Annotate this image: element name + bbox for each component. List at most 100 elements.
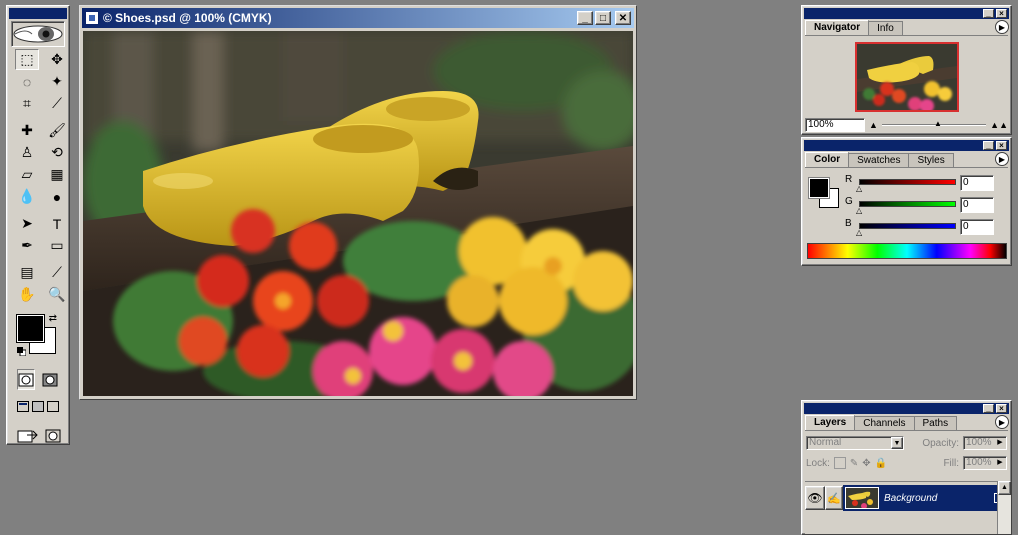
jump-to-imageready-icon[interactable] [17, 425, 39, 446]
palette-minimize-button[interactable]: _ [983, 9, 994, 18]
channel-value-field[interactable]: 0 [960, 175, 994, 191]
palette-minimize-button[interactable]: _ [983, 141, 994, 150]
tab-styles[interactable]: Styles [908, 153, 954, 167]
path-selection-tool-icon[interactable]: ➤ [15, 213, 39, 234]
foreground-color-swatch[interactable] [16, 314, 45, 343]
channel-value-field[interactable]: 0 [960, 197, 994, 213]
layer-row[interactable]: 👁 ✍ Background [805, 484, 1008, 512]
eraser-tool-icon[interactable]: ▱ [15, 164, 39, 185]
notes-tool-icon[interactable]: ▤ [15, 262, 39, 283]
history-brush-tool-icon[interactable]: ⟲ [45, 142, 69, 163]
tab-paths[interactable]: Paths [913, 416, 958, 430]
palette-close-button[interactable]: × [996, 141, 1007, 150]
healing-brush-tool-icon[interactable]: ✚ [15, 120, 39, 141]
blur-tool-icon[interactable]: 💧 [15, 186, 39, 207]
imageready-icon[interactable] [43, 425, 63, 446]
marquee-tool-icon[interactable]: ⬚ [15, 49, 39, 70]
brush-tool-icon[interactable]: 🖌 [45, 120, 69, 141]
tool-separator [15, 208, 69, 212]
slider-handle-icon[interactable]: △ [856, 184, 862, 193]
tab-swatches[interactable]: Swatches [848, 153, 910, 167]
palette-menu-arrow-icon[interactable]: ▶ [995, 152, 1009, 166]
jump-row [7, 419, 69, 452]
navigator-thumbnail[interactable] [854, 42, 959, 112]
quick-mask-mode-icon[interactable] [41, 369, 59, 390]
palette-minimize-button[interactable]: _ [983, 404, 994, 413]
move-tool-icon[interactable]: ✥ [45, 49, 69, 70]
channel-slider[interactable] [859, 223, 956, 229]
navigator-title-bar[interactable]: _ × [804, 8, 1009, 19]
color-title-bar[interactable]: _ × [804, 140, 1009, 151]
crop-tool-icon[interactable]: ⌗ [15, 93, 39, 114]
tool-separator [15, 115, 69, 119]
zoom-in-icon[interactable]: ▲▲ [990, 120, 1008, 130]
chevron-right-icon: ▶ [997, 459, 1003, 466]
blend-mode-select[interactable]: Normal ▼ [806, 436, 904, 450]
document-title-bar[interactable]: © Shoes.psd @ 100% (CMYK) _ □ ✕ [82, 8, 634, 28]
maximize-button[interactable]: □ [595, 11, 611, 25]
standard-mode-icon[interactable] [17, 369, 36, 390]
zoom-field[interactable]: 100% [805, 118, 865, 132]
fill-field[interactable]: 100% ▶ [963, 456, 1007, 470]
slider-handle-icon[interactable]: △ [856, 206, 862, 215]
lasso-tool-icon[interactable]: ◌ [15, 71, 39, 92]
pen-tool-icon[interactable]: ✒ [15, 235, 39, 256]
full-screen-mode-icon[interactable] [46, 396, 59, 417]
tab-color[interactable]: Color [805, 152, 850, 167]
minimize-button[interactable]: _ [577, 11, 593, 25]
image-canvas[interactable] [83, 31, 633, 396]
channel-slider[interactable] [859, 201, 956, 207]
eye-visibility-icon[interactable]: 👁 [805, 486, 825, 510]
layer-thumbnail [845, 487, 879, 509]
eyedropper-tool-icon[interactable]: ⟋ [45, 262, 69, 283]
brush-link-icon[interactable]: ✍ [825, 486, 843, 510]
magic-wand-tool-icon[interactable]: ✦ [45, 71, 69, 92]
rectangle-tool-icon[interactable]: ▭ [45, 235, 69, 256]
palette-menu-arrow-icon[interactable]: ▶ [995, 415, 1009, 429]
layers-scrollbar[interactable]: ▲ [997, 481, 1011, 534]
layers-palette: _ × Layers Channels Paths ▶ Normal ▼ Opa… [801, 400, 1012, 535]
slice-tool-icon[interactable]: ⟋ [45, 93, 69, 114]
default-colors-icon[interactable] [17, 347, 26, 356]
scroll-up-icon[interactable]: ▲ [998, 481, 1011, 495]
standard-screen-mode-icon[interactable] [17, 396, 30, 417]
layer-item-background[interactable]: Background [843, 485, 1008, 511]
gradient-tool-icon[interactable]: ▦ [45, 164, 69, 185]
opacity-field[interactable]: 100% ▶ [963, 436, 1007, 450]
channel-label: R [845, 174, 853, 185]
type-tool-icon[interactable]: T [45, 213, 69, 234]
tab-channels[interactable]: Channels [854, 416, 915, 430]
fill-value: 100% [966, 457, 992, 468]
zoom-slider[interactable] [881, 119, 987, 128]
channel-value-field[interactable]: 0 [960, 219, 994, 235]
hand-tool-icon[interactable]: ✋ [15, 284, 39, 305]
tab-info[interactable]: Info [868, 21, 903, 35]
zoom-tool-icon[interactable]: 🔍 [45, 284, 69, 305]
tab-navigator[interactable]: Navigator [805, 20, 870, 35]
full-screen-menu-mode-icon[interactable] [32, 396, 45, 417]
navigator-tabs: Navigator Info ▶ [805, 20, 1009, 36]
lock-position-icon[interactable]: ✥ [862, 458, 870, 469]
lock-image-icon[interactable]: ✎ [850, 458, 858, 469]
palette-close-button[interactable]: × [996, 9, 1007, 18]
lock-fill-row: Lock: ✎ ✥ 🔒 Fill: 100% ▶ [806, 455, 1007, 471]
document-icon[interactable] [85, 11, 99, 25]
color-spectrum-bar[interactable] [807, 243, 1007, 259]
clone-stamp-tool-icon[interactable]: ♙ [15, 142, 39, 163]
slider-handle-icon[interactable]: △ [856, 228, 862, 237]
dodge-tool-icon[interactable]: ● [45, 186, 69, 207]
palette-menu-arrow-icon[interactable]: ▶ [995, 20, 1009, 34]
lock-transparency-icon[interactable] [833, 457, 846, 469]
swap-colors-icon[interactable]: ⇄ [49, 313, 57, 324]
palette-close-button[interactable]: × [996, 404, 1007, 413]
toolbox-title-bar[interactable] [9, 8, 67, 19]
foreground-background-colors: ⇄ [15, 313, 61, 361]
layers-title-bar[interactable]: _ × [804, 403, 1009, 414]
lock-all-icon[interactable]: 🔒 [875, 458, 887, 469]
channel-slider[interactable] [859, 179, 956, 185]
photoshop-eye-logo-icon[interactable] [11, 21, 65, 47]
zoom-out-icon[interactable]: ▲ [869, 120, 878, 130]
foreground-color-swatch[interactable] [808, 177, 830, 199]
close-button[interactable]: ✕ [615, 11, 631, 25]
tab-layers[interactable]: Layers [805, 415, 856, 430]
